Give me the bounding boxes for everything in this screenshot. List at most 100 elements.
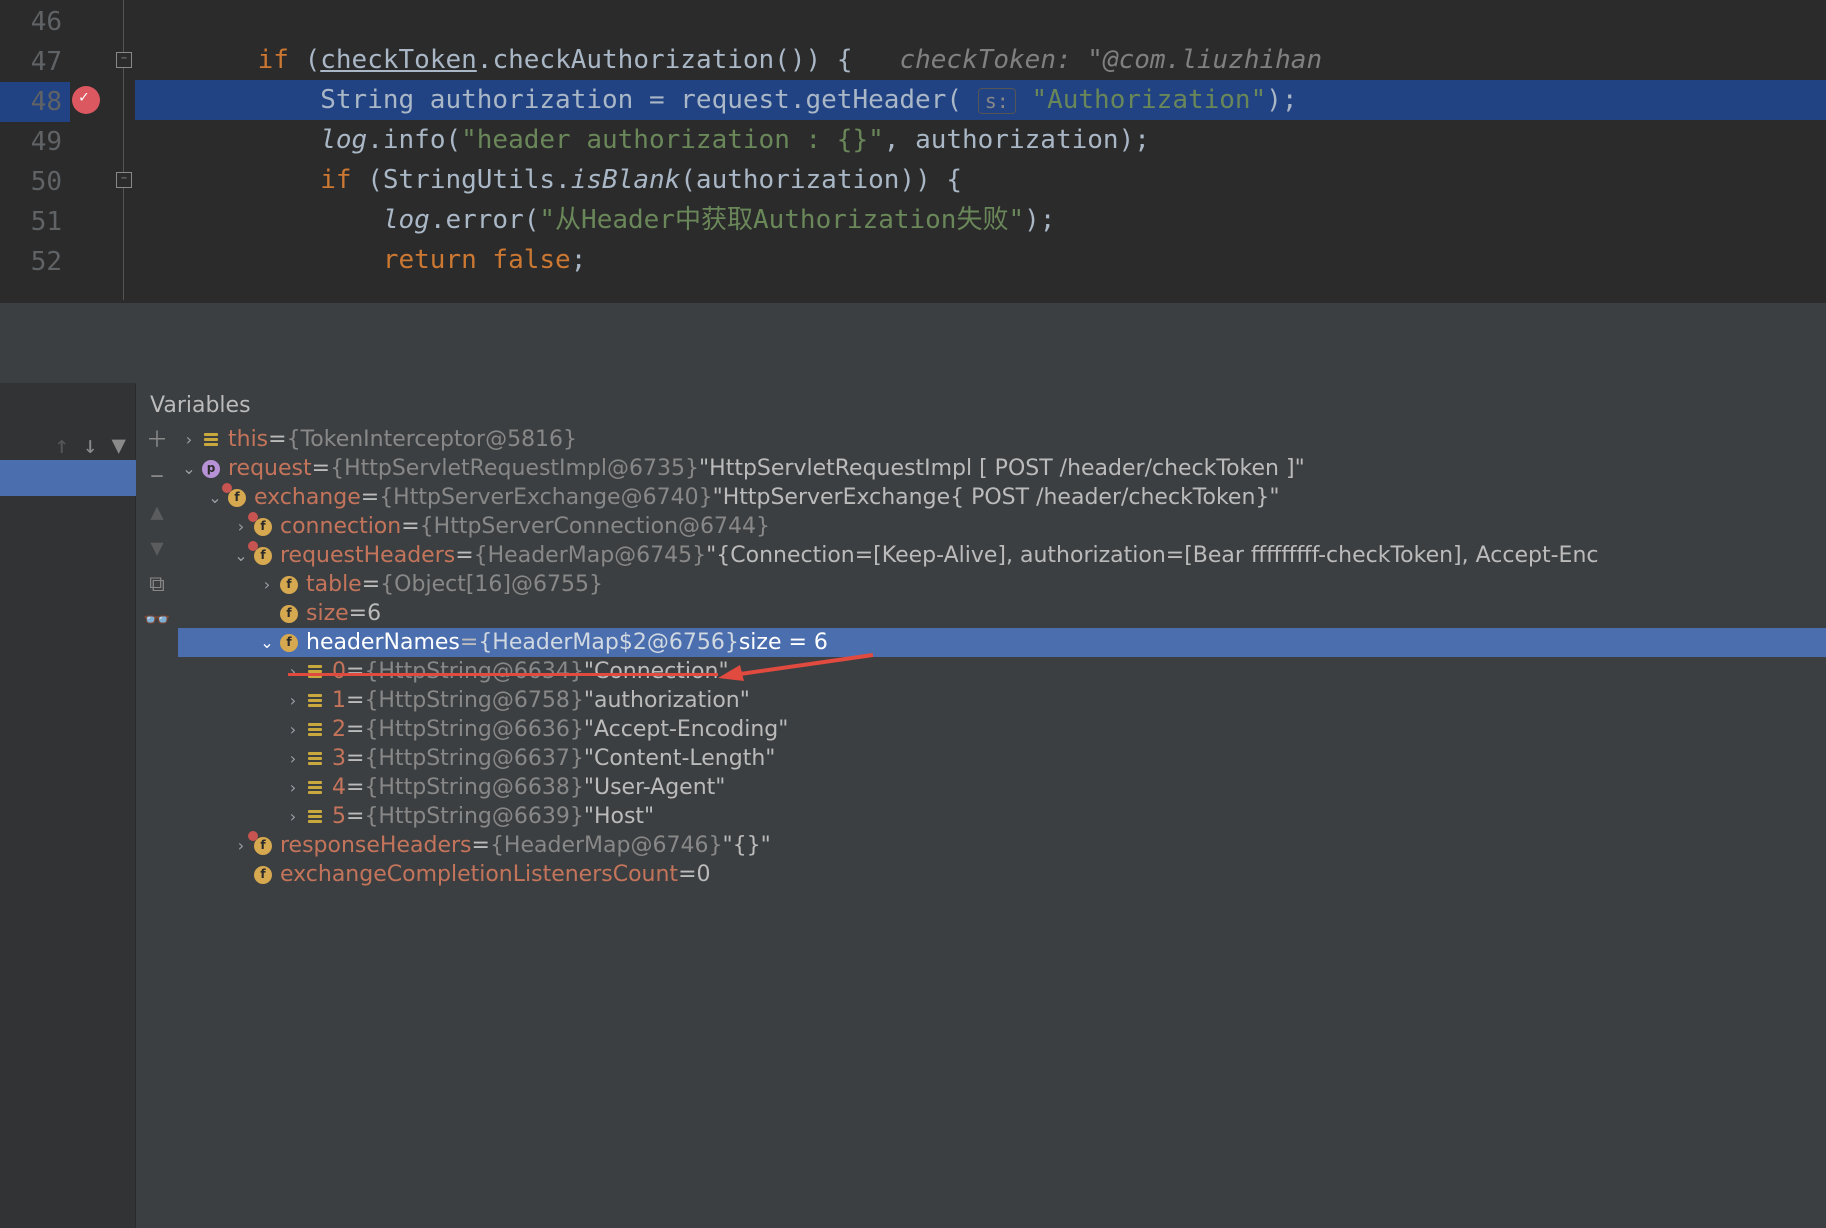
variable-row[interactable]: ⌄request = {HttpServletRequestImpl@6735}… — [178, 454, 1826, 483]
keyword: if — [258, 45, 289, 75]
equals: = — [455, 541, 473, 570]
expand-down-icon[interactable]: ⌄ — [256, 628, 278, 657]
variable-name: headerNames — [306, 628, 460, 657]
code-text: .error( — [430, 205, 540, 235]
variable-row[interactable]: ⌄exchange = {HttpServerExchange@6740} "H… — [178, 483, 1826, 512]
variable-row[interactable]: size = 6 — [178, 599, 1826, 628]
expand-right-icon[interactable]: › — [282, 802, 304, 831]
variable-row[interactable]: ›responseHeaders = {HeaderMap@6746} "{}" — [178, 831, 1826, 860]
variable-name: 3 — [332, 744, 346, 773]
badge-icon — [222, 483, 232, 493]
expand-right-icon[interactable]: › — [282, 686, 304, 715]
code-text: ; — [571, 245, 587, 275]
string-literal: "Authorization" — [1031, 85, 1266, 115]
line-number: 49 — [0, 122, 70, 162]
variable-type: {HttpServerExchange@6740} — [379, 483, 712, 512]
variable-type: {TokenInterceptor@5816} — [287, 425, 577, 454]
panel-splitter[interactable] — [0, 303, 1826, 383]
variable-type: {HttpString@6637} — [364, 744, 583, 773]
variable-row[interactable]: ›2 = {HttpString@6636} "Accept-Encoding" — [178, 715, 1826, 744]
expand-right-icon[interactable]: › — [256, 570, 278, 599]
keyword: if — [320, 165, 351, 195]
breakpoint-marker-icon[interactable] — [72, 86, 100, 114]
variable-name: this — [228, 425, 268, 454]
frame-selected[interactable] — [0, 460, 136, 496]
variable-row[interactable]: ›this = {TokenInterceptor@5816} — [178, 425, 1826, 454]
variable-value: "HttpServerExchange{ POST /header/checkT… — [713, 483, 1280, 512]
expand-right-icon[interactable]: › — [282, 773, 304, 802]
field-icon — [252, 545, 274, 567]
equals: = — [346, 773, 364, 802]
variable-name: exchange — [254, 483, 361, 512]
expand-right-icon[interactable]: › — [282, 744, 304, 773]
variable-row[interactable]: ›table = {Object[16]@6755} — [178, 570, 1826, 599]
frames-toolbar: ↑ ↓ ▼ — [0, 425, 136, 465]
badge-icon — [248, 831, 258, 841]
code-line[interactable]: if (StringUtils.isBlank(authorization)) … — [135, 160, 1826, 200]
expand-right-icon[interactable]: › — [178, 425, 200, 454]
variable-row[interactable]: ›0 = {HttpString@6634} "Connection" — [178, 657, 1826, 686]
object-icon — [304, 748, 326, 770]
code-text: (authorization)) { — [680, 165, 962, 195]
remove-watch-icon[interactable]: − — [140, 461, 174, 493]
code-text: ); — [1266, 85, 1297, 115]
variable-name: 4 — [332, 773, 346, 802]
glasses-icon[interactable]: 👓 — [140, 605, 174, 637]
variable-type: {HttpString@6639} — [364, 802, 583, 831]
code-area[interactable]: if (checkToken.checkAuthorization()) { c… — [135, 0, 1826, 280]
variable-row[interactable]: ⌄requestHeaders = {HeaderMap@6745} "{Con… — [178, 541, 1826, 570]
expand-right-icon[interactable]: › — [282, 657, 304, 686]
method: isBlank — [571, 165, 681, 195]
variable-type: {HeaderMap@6745} — [474, 541, 707, 570]
variables-tab[interactable]: Variables — [150, 393, 251, 418]
object-icon — [304, 806, 326, 828]
code-line-active[interactable]: String authorization = request.getHeader… — [135, 80, 1826, 120]
copy-icon[interactable]: ⧉ — [140, 569, 174, 601]
code-line[interactable]: log.info("header authorization : {}", au… — [135, 120, 1826, 160]
variable-type: {HttpString@6758} — [364, 686, 583, 715]
variable-name: requestHeaders — [280, 541, 455, 570]
fold-toggle-icon[interactable]: − — [116, 172, 132, 188]
equals: = — [678, 860, 696, 889]
filter-icon[interactable]: ▼ — [112, 431, 126, 459]
variable-row[interactable]: exchangeCompletionListenersCount = 0 — [178, 860, 1826, 889]
fold-toggle-icon[interactable]: − — [116, 52, 132, 68]
variable-row[interactable]: ⌄headerNames = {HeaderMap$2@6756} size =… — [178, 628, 1826, 657]
expand-down-icon[interactable]: ⌄ — [178, 454, 200, 483]
debug-frames-gutter[interactable] — [0, 383, 136, 1228]
code-editor[interactable]: 46 47 48 49 50 51 52 − − if (checkToken.… — [0, 0, 1826, 303]
object-icon — [304, 777, 326, 799]
code-line[interactable]: return false; — [135, 240, 1826, 280]
keyword: return false — [383, 245, 571, 275]
variable-name: 5 — [332, 802, 346, 831]
variable-row[interactable]: ›3 = {HttpString@6637} "Content-Length" — [178, 744, 1826, 773]
param-hint: s: — [978, 88, 1016, 114]
variable-row[interactable]: ›1 = {HttpString@6758} "authorization" — [178, 686, 1826, 715]
annotation-underline — [288, 673, 718, 676]
inline-hint: checkToken: "@com.liuzhihan — [899, 45, 1322, 75]
frame-up-icon[interactable]: ↑ — [55, 431, 69, 459]
code-line[interactable]: if (checkToken.checkAuthorization()) { c… — [135, 40, 1826, 80]
frame-down-icon[interactable]: ↓ — [83, 431, 97, 459]
variable-value: "authorization" — [584, 686, 750, 715]
param-icon — [200, 458, 222, 480]
variable-row[interactable]: ›5 = {HttpString@6639} "Host" — [178, 802, 1826, 831]
variable-name: 2 — [332, 715, 346, 744]
variable-value: 0 — [697, 860, 711, 889]
expand-right-icon[interactable]: › — [282, 715, 304, 744]
equals: = — [346, 657, 364, 686]
equals: = — [362, 570, 380, 599]
code-line[interactable] — [135, 0, 1826, 40]
badge-icon — [248, 541, 258, 551]
add-watch-icon[interactable]: ＋ — [140, 425, 174, 457]
variable-name: 0 — [332, 657, 346, 686]
variables-tree[interactable]: › this = {TokenInterceptor@5816}⌄request … — [178, 425, 1826, 889]
line-number: 47 — [0, 42, 70, 82]
variable-row[interactable]: ›4 = {HttpString@6638} "User-Agent" — [178, 773, 1826, 802]
move-down-icon[interactable]: ▼ — [140, 533, 174, 565]
line-number: 48 — [0, 82, 70, 122]
code-line[interactable]: log.error("从Header中获取Authorization失败"); — [135, 200, 1826, 240]
move-up-icon[interactable]: ▲ — [140, 497, 174, 529]
variable-row[interactable]: ›connection = {HttpServerConnection@6744… — [178, 512, 1826, 541]
variable-type: {HeaderMap$2@6756} — [478, 628, 739, 657]
